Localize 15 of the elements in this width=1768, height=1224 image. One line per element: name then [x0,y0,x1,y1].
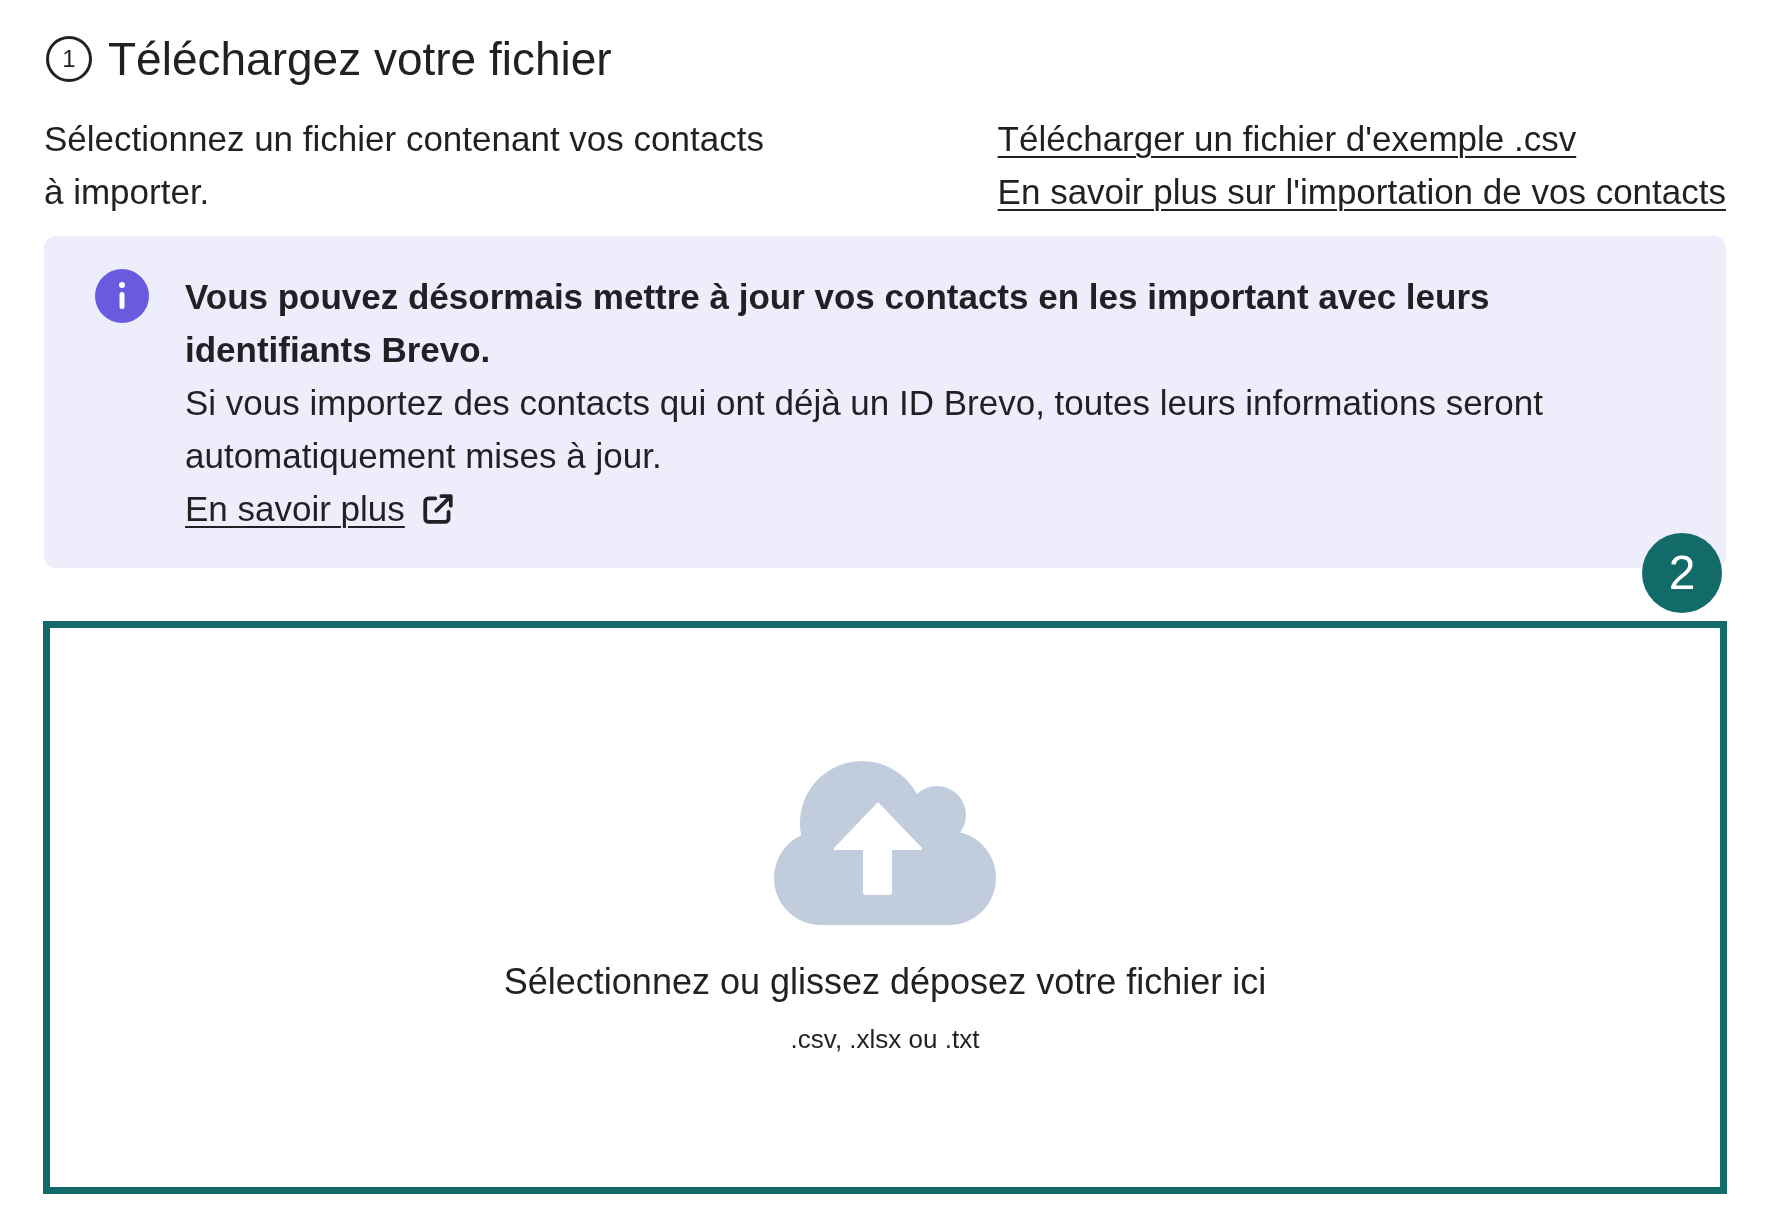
info-heading: Vous pouvez désormais mettre à jour vos contacts en les important avec leurs identifiants Brevo. [185,276,1491,371]
drop-prompt-text: Sélectionnez ou glissez déposez votre fichier ici [503,960,1267,1004]
file-formats-text: .csv, .xlsx ou .txt [790,1024,980,1054]
external-link-icon [422,493,453,524]
file-drop-zone[interactable]: Sélectionnez ou glissez déposez votre fichier ici .csv, .xlsx ou .txt [43,621,1727,1194]
step-number-badge: 2 [1642,533,1722,613]
section-title: Téléchargez votre fichier [108,32,612,87]
info-icon [95,269,149,323]
description-text: Sélectionnez un fichier contenant vos contacts à importer. [44,118,765,213]
info-text: Si vous importez des contacts qui ont déjà un ID Brevo, toutes leurs informations seront automatiquement mises à jour. [185,382,1544,477]
step-number-badge: 1 [46,36,92,82]
sample-file-link[interactable]: Télécharger un fichier d'exemple .csv [997,112,1577,165]
learn-more-link[interactable]: En savoir plus sur l'importation de vos contacts [997,165,1726,218]
cloud-upload-icon [774,761,996,925]
learn-more-link[interactable]: En savoir plus [185,482,453,535]
